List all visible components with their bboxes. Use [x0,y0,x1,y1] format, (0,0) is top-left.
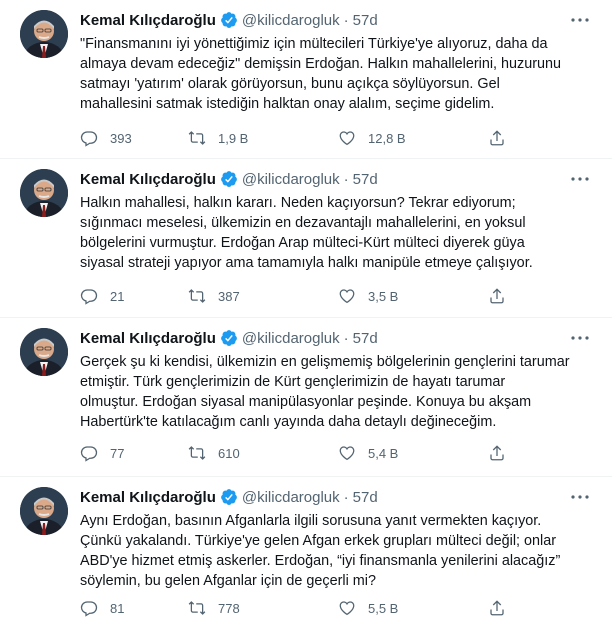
reply-icon [80,289,98,305]
author-handle[interactable]: @kilicdarogluk [242,171,340,188]
timestamp[interactable]: 57d [353,330,378,347]
like-count: 12,8 B [368,130,406,146]
share-button[interactable] [488,598,518,618]
tweet[interactable]: Kemal Kılıçdaroğlu @kilicdarogluk · 57d … [0,159,612,317]
reply-button[interactable]: 393 [80,128,132,148]
retweet-button[interactable]: 610 [188,443,240,463]
retweet-count: 387 [218,288,240,304]
tweet[interactable]: Kemal Kılıçdaroğlu @kilicdarogluk · 57d … [0,318,612,476]
share-icon [490,445,504,461]
share-button[interactable] [488,443,518,463]
tweet-feed: Kemal Kılıçdaroğlu @kilicdarogluk · 57d … [0,0,612,628]
reply-icon [80,446,98,462]
retweet-count: 610 [218,445,240,461]
tweet[interactable]: Kemal Kılıçdaroğlu @kilicdarogluk · 57d … [0,477,612,628]
tweet-text: Gerçek şu ki kendisi, ülkemizin en geliş… [80,354,570,430]
share-button[interactable] [488,128,518,148]
reply-count: 77 [110,445,125,461]
separator-dot: · [343,11,349,29]
tweet-text: Aynı Erdoğan, basının Afganlarla ilgili … [80,513,561,589]
author-handle[interactable]: @kilicdarogluk [242,12,340,29]
tweet[interactable]: Kemal Kılıçdaroğlu @kilicdarogluk · 57d … [0,0,612,158]
tweet-actions: 81 778 5,5 B [80,598,510,618]
retweet-button[interactable]: 1,9 B [188,128,248,148]
share-icon [490,288,504,304]
verified-badge-icon [220,171,237,187]
retweet-icon [188,601,206,615]
reply-icon [80,131,98,147]
tweet-text: Halkın mahallesi, halkın kararı. Neden k… [80,195,533,271]
reply-icon [80,601,98,617]
heart-icon [339,601,355,616]
like-button[interactable]: 3,5 B [338,286,398,306]
tweet-actions: 393 1,9 B 12,8 B [80,128,510,148]
author-name[interactable]: Kemal Kılıçdaroğlu [80,12,216,29]
tweet-actions: 77 610 5,4 B [80,443,510,463]
more-options-icon[interactable] [570,330,590,346]
reply-button[interactable]: 77 [80,443,124,463]
share-icon [490,600,504,616]
avatar[interactable] [20,169,68,217]
reply-button[interactable]: 81 [80,598,124,618]
retweet-icon [188,131,206,145]
retweet-icon [188,446,206,460]
tweet-actions: 21 387 3,5 B [80,286,510,306]
retweet-icon [188,289,206,303]
like-count: 5,5 B [368,600,399,616]
heart-icon [339,131,355,146]
avatar[interactable] [20,487,68,535]
separator-dot: · [343,170,349,188]
author-handle[interactable]: @kilicdarogluk [242,330,340,347]
author-name[interactable]: Kemal Kılıçdaroğlu [80,330,216,347]
author-name[interactable]: Kemal Kılıçdaroğlu [80,171,216,188]
reply-count: 21 [110,288,125,304]
retweet-button[interactable]: 778 [188,598,240,618]
timestamp[interactable]: 57d [353,171,378,188]
like-button[interactable]: 12,8 B [338,128,406,148]
like-button[interactable]: 5,5 B [338,598,398,618]
avatar[interactable] [20,10,68,58]
retweet-count: 778 [218,600,240,616]
avatar[interactable] [20,328,68,376]
retweet-button[interactable]: 387 [188,286,240,306]
share-button[interactable] [488,286,518,306]
more-options-icon[interactable] [570,171,590,187]
timestamp[interactable]: 57d [353,12,378,29]
verified-badge-icon [220,330,237,346]
reply-button[interactable]: 21 [80,286,124,306]
share-icon [490,130,504,146]
timestamp[interactable]: 57d [353,489,378,506]
reply-count: 393 [110,130,132,146]
like-count: 5,4 B [368,445,399,461]
reply-count: 81 [110,600,125,616]
tweet-text: "Finansmanını iyi yönettiğimiz için mült… [80,36,562,112]
heart-icon [339,446,355,461]
like-count: 3,5 B [368,288,399,304]
retweet-count: 1,9 B [218,130,249,146]
like-button[interactable]: 5,4 B [338,443,398,463]
verified-badge-icon [220,489,237,505]
separator-dot: · [343,488,349,506]
author-name[interactable]: Kemal Kılıçdaroğlu [80,489,216,506]
author-handle[interactable]: @kilicdarogluk [242,489,340,506]
verified-badge-icon [220,12,237,28]
more-options-icon[interactable] [570,12,590,28]
more-options-icon[interactable] [570,489,590,505]
heart-icon [339,289,355,304]
separator-dot: · [343,329,349,347]
